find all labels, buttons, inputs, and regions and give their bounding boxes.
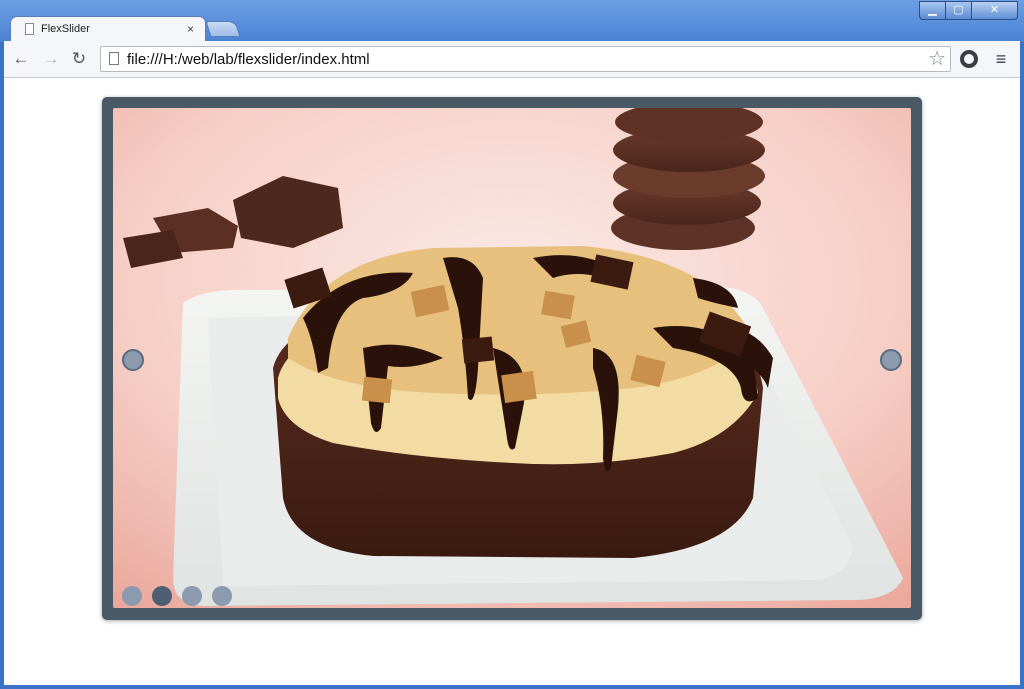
menu-icon[interactable]: ≡ [994, 50, 1008, 68]
slide-pagination [122, 586, 232, 606]
address-bar[interactable]: file:///H:/web/lab/flexslider/index.html… [100, 46, 951, 72]
slide-dot-4[interactable] [212, 586, 232, 606]
bookmark-star-icon[interactable]: ☆ [928, 48, 946, 70]
close-tab-icon[interactable]: × [187, 22, 194, 36]
page-icon [109, 52, 119, 65]
new-tab-icon[interactable] [205, 21, 241, 37]
close-window-button[interactable]: ✕ [972, 1, 1018, 20]
slide-dot-3[interactable] [182, 586, 202, 606]
next-slide-button[interactable] [880, 349, 902, 371]
page-viewport [4, 78, 1020, 685]
window-controls: ▁ ▢ ✕ [919, 1, 1018, 20]
extension-icon[interactable] [960, 50, 978, 68]
page-icon [25, 23, 34, 35]
address-url[interactable]: file:///H:/web/lab/flexslider/index.html [127, 51, 370, 68]
cake-photo [113, 108, 911, 608]
minimize-button[interactable]: ▁ [919, 1, 946, 20]
browser-window: ▁ ▢ ✕ FlexSlider × ← → ↻ file:///H:/web/… [0, 0, 1024, 689]
browser-toolbar: ← → ↻ file:///H:/web/lab/flexslider/inde… [4, 41, 1020, 78]
slide-image [113, 108, 911, 608]
tab-title: FlexSlider [41, 23, 90, 35]
slide-dot-1[interactable] [122, 586, 142, 606]
tab-flexslider[interactable]: FlexSlider × [10, 16, 206, 42]
reload-icon[interactable]: ↻ [68, 48, 90, 70]
title-bar: ▁ ▢ ✕ FlexSlider × [0, 0, 1024, 42]
previous-slide-button[interactable] [122, 349, 144, 371]
flexslider [102, 97, 922, 620]
forward-arrow-icon[interactable]: → [40, 48, 62, 70]
maximize-button[interactable]: ▢ [946, 1, 972, 20]
slide-dot-2[interactable] [152, 586, 172, 606]
back-arrow-icon[interactable]: ← [10, 48, 32, 70]
